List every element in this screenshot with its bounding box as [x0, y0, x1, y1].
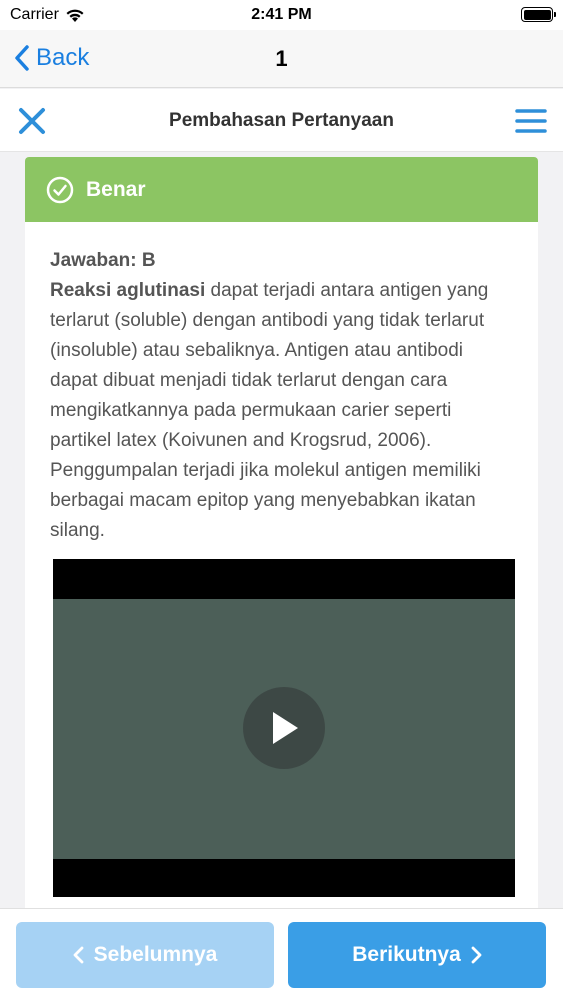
- bottom-navigation: Sebelumnya Berikutnya: [0, 908, 563, 1000]
- result-label: Benar: [86, 177, 146, 201]
- explanation-text: Reaksi aglutinasi dapat terjadi antara a…: [50, 276, 513, 546]
- play-icon: [273, 712, 298, 744]
- previous-button[interactable]: Sebelumnya: [16, 922, 274, 988]
- explanation-description: dapat terjadi antara antigen yang terlar…: [50, 280, 489, 541]
- page-title: Pembahasan Pertanyaan: [169, 110, 394, 131]
- chevron-right-icon: [471, 946, 482, 964]
- page-header: Pembahasan Pertanyaan: [0, 89, 563, 152]
- menu-icon[interactable]: [515, 105, 547, 137]
- explanation-term: Reaksi aglutinasi: [50, 280, 206, 301]
- result-banner: Benar: [25, 157, 538, 222]
- play-button[interactable]: [243, 687, 325, 769]
- check-circle-icon: [46, 176, 74, 203]
- navigation-bar: Back 1: [0, 30, 563, 88]
- next-button[interactable]: Berikutnya: [288, 922, 546, 988]
- previous-label: Sebelumnya: [93, 943, 218, 966]
- explanation-body: Jawaban: B Reaksi aglutinasi dapat terja…: [25, 222, 538, 546]
- video-player[interactable]: [53, 559, 515, 897]
- explanation-card: Benar Jawaban: B Reaksi aglutinasi dapat…: [25, 157, 538, 917]
- battery-icon: [521, 7, 556, 22]
- next-label: Berikutnya: [352, 943, 461, 966]
- clock: 2:41 PM: [251, 6, 312, 23]
- nav-title: 1: [275, 46, 288, 71]
- status-bar: Carrier 2:41 PM: [0, 0, 563, 30]
- answer-label: Jawaban: B: [50, 250, 156, 271]
- chevron-left-icon: [73, 946, 84, 964]
